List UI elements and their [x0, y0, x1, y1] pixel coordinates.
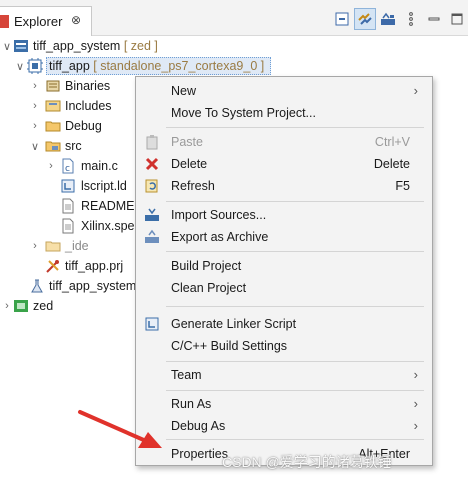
annotation-arrow-icon [78, 410, 162, 448]
watermark: CSDN @爱学习的诸葛铁锤 [222, 454, 392, 470]
